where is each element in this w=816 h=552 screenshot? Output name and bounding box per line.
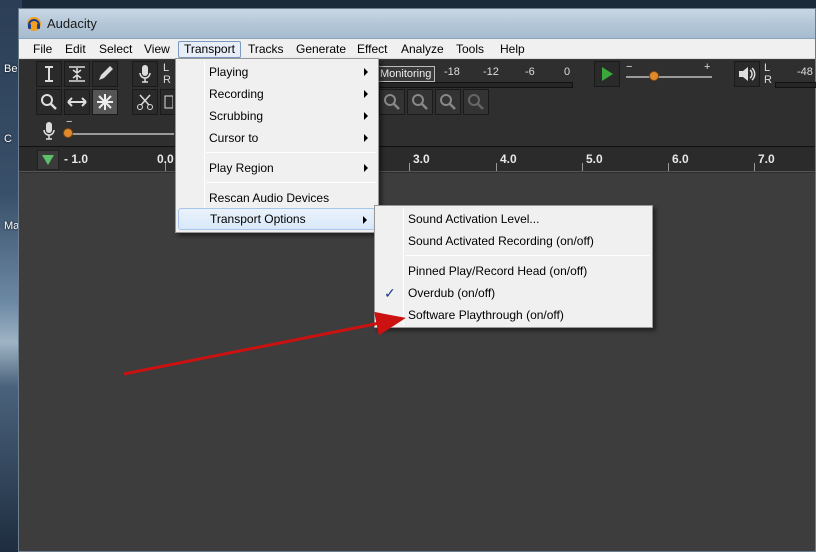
menu-item-scrubbing[interactable]: Scrubbing (178, 105, 376, 127)
envelope-tool-icon[interactable] (64, 61, 90, 87)
submenu-arrow-icon (364, 164, 368, 172)
cut-icon[interactable] (132, 89, 158, 115)
desktop-label: Be (4, 63, 18, 75)
menu-item-label: Sound Activated Recording (on/off) (408, 234, 594, 248)
record-meter-right-label: R (163, 74, 171, 86)
audacity-logo-icon (27, 17, 41, 31)
menu-item-label: Transport Options (210, 212, 306, 226)
menu-item-sound-activation-level[interactable]: Sound Activation Level... (377, 208, 650, 230)
meter-scale-label: -48 (797, 66, 813, 78)
zoom-toggle-icon[interactable] (463, 89, 489, 115)
submenu-arrow-icon (363, 216, 367, 224)
playhead-triangle-icon (42, 155, 54, 165)
meter-scale-label: -18 (444, 66, 460, 78)
menu-item-recording[interactable]: Recording (178, 83, 376, 105)
desktop-label: C (4, 133, 12, 145)
start-monitoring-button[interactable]: Monitoring (376, 66, 436, 82)
checkmark-icon: ✓ (384, 285, 396, 301)
transport-options-submenu: Sound Activation Level... Sound Activate… (374, 205, 653, 328)
menu-select[interactable]: Select (93, 41, 138, 58)
ruler-tick-label: 3.0 (413, 152, 430, 166)
menu-help[interactable]: Help (494, 41, 531, 58)
playback-meter-left-label: L (764, 62, 771, 74)
playback-meter-right-label: R (764, 74, 772, 86)
speed-minus-label: − (626, 61, 633, 73)
menu-tracks[interactable]: Tracks (242, 41, 290, 58)
ruler-tick-label: 6.0 (672, 152, 689, 166)
pin-playhead-button[interactable] (37, 150, 59, 170)
menu-item-label: Cursor to (209, 131, 259, 145)
fit-selection-icon[interactable] (435, 89, 461, 115)
menu-separator (405, 255, 650, 256)
menu-item-pinned-play-record-head[interactable]: Pinned Play/Record Head (on/off) (377, 260, 650, 282)
ruler-tick-label: 5.0 (586, 152, 603, 166)
recording-volume-slider-knob[interactable] (63, 128, 73, 138)
menu-item-label: Sound Activation Level... (408, 212, 540, 226)
menu-item-label: Play Region (209, 161, 274, 175)
menu-tools[interactable]: Tools (450, 41, 490, 58)
ruler-tick-label: 7.0 (758, 152, 775, 166)
window-title: Audacity (47, 16, 97, 31)
menu-item-software-playthrough[interactable]: Software Playthrough (on/off) (377, 304, 650, 326)
menu-item-playing[interactable]: Playing (178, 61, 376, 83)
speaker-icon[interactable] (734, 61, 760, 87)
play-speed-slider-knob[interactable] (649, 71, 659, 81)
menu-item-label: Recording (209, 87, 264, 101)
record-meter-bar (377, 82, 573, 88)
menu-item-overdub[interactable]: ✓ Overdub (on/off) (377, 282, 650, 304)
ruler-tick-label: - 1.0 (64, 152, 89, 166)
title-bar[interactable]: Audacity (19, 9, 815, 39)
menu-separator (206, 152, 376, 153)
zoom-in-icon[interactable] (379, 89, 405, 115)
menu-item-cursor-to[interactable]: Cursor to (178, 127, 376, 149)
menu-effect[interactable]: Effect (351, 41, 393, 58)
menu-item-label: Overdub (on/off) (408, 286, 496, 300)
menu-file[interactable]: File (27, 41, 58, 58)
submenu-arrow-icon (364, 112, 368, 120)
menu-separator (206, 182, 376, 183)
play-speed-slider-track (626, 76, 712, 78)
menu-item-label: Pinned Play/Record Head (on/off) (408, 264, 588, 278)
menu-analyze[interactable]: Analyze (395, 41, 450, 58)
submenu-arrow-icon (364, 90, 368, 98)
menu-bar: File Edit Select View Transport Tracks G… (19, 39, 815, 59)
menu-transport[interactable]: Transport (178, 41, 241, 58)
menu-item-label: Scrubbing (209, 109, 264, 123)
menu-view[interactable]: View (138, 41, 176, 58)
menu-generate[interactable]: Generate (290, 41, 352, 58)
play-at-speed-icon[interactable] (594, 61, 620, 87)
menu-item-label: Software Playthrough (on/off) (408, 308, 564, 322)
submenu-arrow-icon (364, 134, 368, 142)
microphone-icon[interactable] (132, 61, 158, 87)
record-meter-left-label: L (163, 62, 170, 74)
speed-plus-label: + (704, 61, 711, 73)
menu-item-label: Playing (209, 65, 249, 79)
transport-menu: Playing Recording Scrubbing Cursor to Pl… (175, 58, 379, 233)
meter-scale-label: 0 (564, 66, 571, 78)
mic-volume-minus-label: − (66, 116, 73, 128)
submenu-arrow-icon (364, 68, 368, 76)
meter-scale-label: -6 (525, 66, 535, 78)
menu-item-transport-options[interactable]: Transport Options (178, 208, 376, 230)
zoom-out-icon[interactable] (407, 89, 433, 115)
time-shift-tool-icon[interactable] (64, 89, 90, 115)
menu-item-play-region[interactable]: Play Region (178, 157, 376, 179)
draw-tool-icon[interactable] (92, 61, 118, 87)
selection-tool-icon[interactable] (36, 61, 62, 87)
playback-meter-bar (775, 82, 816, 88)
mixer-microphone-icon (36, 118, 62, 144)
ruler-tick-label: 4.0 (500, 152, 517, 166)
multi-tool-icon[interactable] (92, 89, 118, 115)
zoom-tool-icon[interactable] (36, 89, 62, 115)
menu-edit[interactable]: Edit (59, 41, 92, 58)
menu-item-label: Rescan Audio Devices (209, 191, 330, 205)
desktop-label: Ma (4, 220, 20, 232)
menu-item-rescan-audio-devices[interactable]: Rescan Audio Devices (178, 187, 376, 209)
timeline-ruler[interactable]: - 1.0 0.0 3.0 4.0 5.0 6.0 7.0 (19, 146, 815, 172)
menu-item-sound-activated-recording[interactable]: Sound Activated Recording (on/off) (377, 230, 650, 252)
meter-scale-label: -12 (483, 66, 499, 78)
copy-icon[interactable] (160, 89, 176, 115)
recording-volume-slider-track (66, 133, 174, 135)
